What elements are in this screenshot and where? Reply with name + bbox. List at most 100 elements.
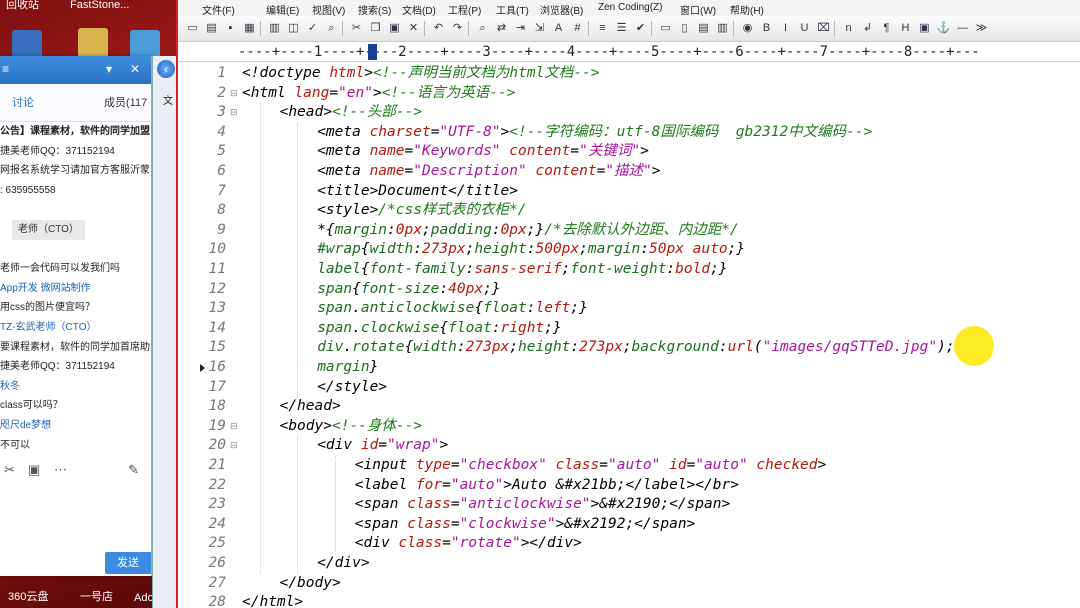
- edit-icon[interactable]: ✎: [128, 462, 139, 478]
- find-icon[interactable]: ⌕: [323, 20, 340, 37]
- underline-icon[interactable]: U: [796, 20, 813, 37]
- print-icon[interactable]: ▥: [266, 20, 283, 37]
- scissors-icon[interactable]: ✂: [4, 462, 15, 478]
- save-all-icon[interactable]: ▦: [241, 20, 258, 37]
- desktop-label[interactable]: 回收站: [6, 0, 39, 11]
- menu-item[interactable]: Zen Coding(Z): [598, 2, 662, 13]
- code-line[interactable]: label{font-family:sans-serif;font-weight…: [317, 260, 727, 280]
- menu-item[interactable]: 视图(V): [312, 2, 345, 17]
- search-icon[interactable]: ⌕: [474, 20, 491, 37]
- browser-icon[interactable]: ◉: [739, 20, 756, 37]
- align-icon[interactable]: ⌧: [815, 20, 832, 37]
- code-line[interactable]: <span class="clockwise">&#x2192;</span>: [355, 515, 696, 535]
- paste-icon[interactable]: ▣: [386, 20, 403, 37]
- browser-back-icon[interactable]: ‹: [157, 60, 175, 78]
- sender-badge[interactable]: 老师（CTO）: [12, 219, 85, 240]
- para-icon[interactable]: ¶: [878, 20, 895, 37]
- code-line[interactable]: div.rotate{width:273px;height:273px;back…: [317, 338, 954, 358]
- italic-icon[interactable]: I: [777, 20, 794, 37]
- panel-icon[interactable]: ▭: [657, 20, 674, 37]
- redo-icon[interactable]: ↷: [449, 20, 466, 37]
- menu-item[interactable]: 工程(P): [448, 2, 481, 17]
- tab-discussion[interactable]: 讨论: [12, 94, 34, 110]
- panel4-icon[interactable]: ▥: [714, 20, 731, 37]
- line-number-gutter[interactable]: 1 2 ⊟ 3 ⊟ 4 5 6 7 8 9 10 11 12 13 14 15 16 17 18 19 ⊟ 20 ⊟ 21 22 2…: [178, 62, 238, 608]
- heading-icon[interactable]: H: [897, 20, 914, 37]
- code-line[interactable]: <body><!--身体-->: [280, 417, 423, 437]
- menu-item[interactable]: 文件(F): [202, 2, 235, 17]
- delete-icon[interactable]: ✕: [405, 20, 422, 37]
- code-line[interactable]: </div>: [317, 554, 369, 574]
- new-file-icon[interactable]: ▭: [184, 20, 201, 37]
- replace-icon[interactable]: ⇄: [493, 20, 510, 37]
- undo-icon[interactable]: ↶: [430, 20, 447, 37]
- menu-item[interactable]: 搜索(S): [358, 2, 391, 17]
- code-line[interactable]: span.clockwise{float:right;}: [317, 319, 561, 339]
- code-line[interactable]: *{margin:0px;padding:0px;}/*去除默认外边距、内边距*…: [317, 221, 738, 241]
- code-line[interactable]: </head>: [280, 397, 341, 417]
- code-line[interactable]: margin}: [317, 358, 378, 378]
- code-line[interactable]: <style>/*css样式表的衣柜*/: [317, 201, 526, 221]
- spellcheck-icon[interactable]: ✓: [304, 20, 321, 37]
- close-icon[interactable]: ✕: [130, 62, 140, 76]
- cut-icon[interactable]: ✂: [348, 20, 365, 37]
- send-button[interactable]: 发送: [105, 552, 151, 574]
- code-line[interactable]: <!doctype html><!--声明当前文档为html文档-->: [242, 64, 600, 84]
- code-line[interactable]: <html lang="en"><!--语言为英语-->: [242, 84, 515, 104]
- code-line[interactable]: span.anticlockwise{float:left;}: [317, 299, 588, 319]
- code-line[interactable]: #wrap{width:273px;height:500px;margin:50…: [317, 240, 745, 260]
- desktop-label[interactable]: 360云盘: [8, 588, 48, 604]
- br-icon[interactable]: ↲: [859, 20, 876, 37]
- preview-icon[interactable]: ◫: [285, 20, 302, 37]
- code-line[interactable]: </html>: [242, 593, 303, 608]
- fold-toggle-icon[interactable]: ⊟: [230, 84, 238, 104]
- chat-menu-icon[interactable]: ≡: [2, 62, 9, 76]
- code-line[interactable]: <div class="rotate"></div>: [355, 534, 582, 554]
- fold-toggle-icon[interactable]: ⊟: [230, 436, 238, 456]
- fold-toggle-icon[interactable]: ⊟: [230, 417, 238, 437]
- folder-icon[interactable]: [78, 28, 108, 58]
- hex-icon[interactable]: #: [569, 20, 586, 37]
- wrap-icon[interactable]: ≡: [594, 20, 611, 37]
- anchor-icon[interactable]: ⚓: [935, 20, 952, 37]
- minimize-icon[interactable]: ▾: [106, 62, 112, 76]
- code-line[interactable]: <title>Document</title>: [317, 182, 518, 202]
- more-icon[interactable]: ⋯: [54, 462, 67, 478]
- code-line[interactable]: <head><!--头部-->: [280, 103, 423, 123]
- open-icon[interactable]: ▤: [203, 20, 220, 37]
- fold-toggle-icon[interactable]: ⊟: [230, 103, 238, 123]
- code-line[interactable]: <div id="wrap">: [317, 436, 448, 456]
- image-icon[interactable]: ▣: [916, 20, 933, 37]
- menu-item[interactable]: 窗口(W): [680, 2, 716, 17]
- desktop-label[interactable]: 一号店: [80, 588, 113, 604]
- more-icon[interactable]: ≫: [973, 20, 990, 37]
- copy-icon[interactable]: ❐: [367, 20, 384, 37]
- font-icon[interactable]: A: [550, 20, 567, 37]
- code-line[interactable]: <meta name="Description" content="描述">: [317, 162, 660, 182]
- image-icon[interactable]: ▣: [28, 462, 40, 478]
- menu-item[interactable]: 帮助(H): [730, 2, 764, 17]
- code-line[interactable]: </style>: [317, 378, 387, 398]
- code-line[interactable]: <input type="checkbox" class="auto" id="…: [355, 456, 826, 476]
- save-icon[interactable]: ▪: [222, 20, 239, 37]
- bold-icon[interactable]: B: [758, 20, 775, 37]
- check-icon[interactable]: ✔: [632, 20, 649, 37]
- menu-item[interactable]: 文档(D): [402, 2, 436, 17]
- panel3-icon[interactable]: ▤: [695, 20, 712, 37]
- menu-item[interactable]: 浏览器(B): [540, 2, 583, 17]
- code-line[interactable]: <label for="auto">Auto &#x21bb;</label><…: [355, 476, 739, 496]
- code-line[interactable]: span{font-size:40px;}: [317, 280, 500, 300]
- code-line[interactable]: <meta charset="UTF-8"><!--字符编码：utf-8国际编码…: [317, 123, 872, 143]
- panel2-icon[interactable]: ▯: [676, 20, 693, 37]
- nbsp-icon[interactable]: n: [840, 20, 857, 37]
- desktop-label[interactable]: FastStone...: [70, 0, 129, 11]
- indent-icon[interactable]: ⇥: [512, 20, 529, 37]
- list-icon[interactable]: ☰: [613, 20, 630, 37]
- code-line[interactable]: <span class="anticlockwise">&#x2190;</sp…: [355, 495, 730, 515]
- jump-icon[interactable]: ⇲: [531, 20, 548, 37]
- code-line[interactable]: </body>: [280, 574, 341, 594]
- menu-item[interactable]: 工具(T): [496, 2, 529, 17]
- code-area[interactable]: <!doctype html><!--声明当前文档为html文档--> <html…: [242, 62, 1080, 608]
- menu-item[interactable]: 编辑(E): [266, 2, 299, 17]
- hr-icon[interactable]: —: [954, 20, 971, 37]
